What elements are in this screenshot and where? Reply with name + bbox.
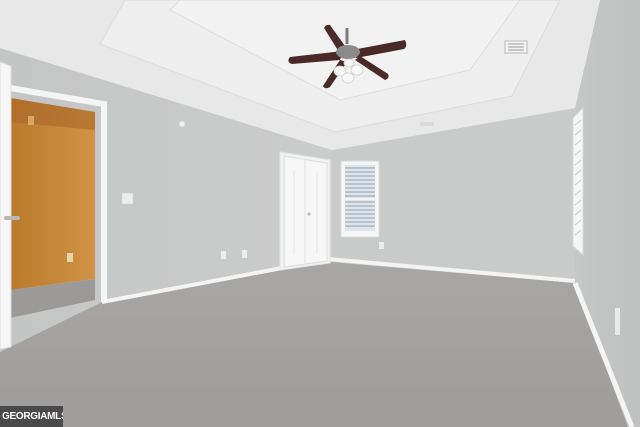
closet-outlet xyxy=(67,253,73,262)
small-vent xyxy=(420,122,434,126)
door-knob xyxy=(307,212,311,216)
fan-light-glass xyxy=(343,58,355,68)
wall-outlet xyxy=(379,242,384,249)
fan-light-glass xyxy=(341,72,355,84)
fan-light-glass xyxy=(350,64,364,76)
open-door xyxy=(0,61,12,350)
fan-motor-housing xyxy=(336,45,360,59)
light-switch xyxy=(121,192,134,205)
wall-sensor xyxy=(178,120,186,128)
wall-outlet xyxy=(221,251,226,259)
bedroom-photo: GEORGIAMLS xyxy=(0,0,640,427)
wall-outlet xyxy=(242,250,247,258)
door-handle xyxy=(4,216,20,220)
mls-watermark-logo: GEORGIAMLS xyxy=(0,406,63,427)
closet-light-switch xyxy=(28,116,34,125)
wall-outlet xyxy=(615,308,620,335)
room-illustration xyxy=(0,0,640,427)
